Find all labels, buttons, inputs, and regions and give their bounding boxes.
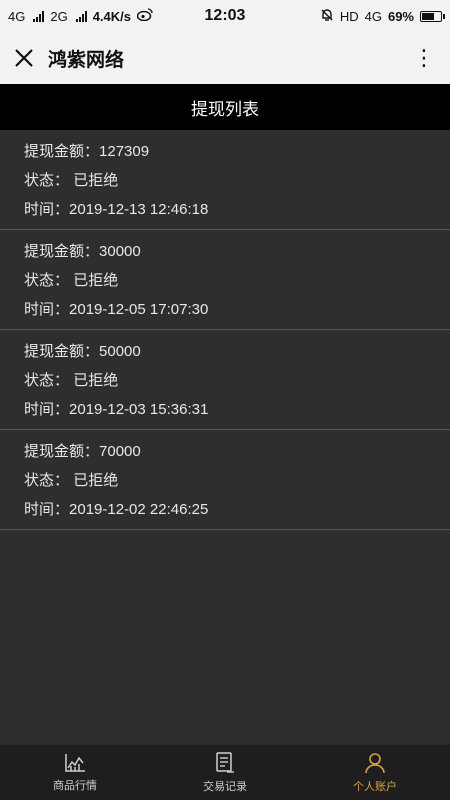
amount-label: 提现金额： <box>24 443 100 460</box>
network-type-2: 2G <box>50 8 68 24</box>
withdrawal-item[interactable]: 提现金额：127309 状态： 已拒绝 时间：2019-12-13 12:46:… <box>0 130 450 230</box>
tab-trade-records[interactable]: 交易记录 <box>150 745 300 800</box>
time-row: 时间：2019-12-03 15:36:31 <box>24 395 450 424</box>
page-header: 提现列表 <box>0 84 450 130</box>
amount-label: 提现金额： <box>24 143 100 160</box>
status-row: 状态： 已拒绝 <box>24 266 450 295</box>
time-row: 时间：2019-12-05 17:07:30 <box>24 295 450 324</box>
status-label: 状态： <box>24 472 70 489</box>
status-row: 状态： 已拒绝 <box>24 366 450 395</box>
amount-value: 127309 <box>99 143 150 160</box>
network-speed: 4.4K/s <box>92 8 131 24</box>
app-title: 鸿紫网络 <box>48 49 125 71</box>
amount-label: 提现金额： <box>24 343 100 360</box>
more-options-button[interactable]: ⋮ <box>413 47 436 69</box>
battery-icon <box>420 10 445 22</box>
status-right: HD 4G 69% <box>320 8 445 25</box>
time-value: 2019-12-02 22:46:25 <box>69 501 209 518</box>
tab-label: 商品行情 <box>53 779 97 792</box>
status-value: 已拒绝 <box>73 272 119 289</box>
amount-value: 70000 <box>99 443 141 460</box>
network-type-1: 4G <box>8 8 26 24</box>
amount-row: 提现金额：70000 <box>24 437 450 466</box>
close-icon <box>15 49 33 67</box>
withdrawal-item[interactable]: 提现金额：70000 状态： 已拒绝 时间：2019-12-02 22:46:2… <box>0 430 450 530</box>
document-icon <box>216 751 234 773</box>
signal-icon <box>33 10 45 22</box>
time-label: 时间： <box>24 501 70 518</box>
withdrawal-item[interactable]: 提现金额：50000 状态： 已拒绝 时间：2019-12-03 15:36:3… <box>0 330 450 430</box>
status-label: 状态： <box>24 272 70 289</box>
amount-row: 提现金额：30000 <box>24 237 450 266</box>
tab-label: 交易记录 <box>203 780 247 793</box>
withdrawal-list: 提现金额：127309 状态： 已拒绝 时间：2019-12-13 12:46:… <box>0 130 450 530</box>
tab-market[interactable]: 商品行情 <box>0 745 150 800</box>
hd-indicator: HD <box>339 8 359 24</box>
time-value: 2019-12-05 17:07:30 <box>69 301 209 318</box>
status-label: 状态： <box>24 372 70 389</box>
time-row: 时间：2019-12-02 22:46:25 <box>24 495 450 524</box>
tab-label: 个人账户 <box>353 780 397 793</box>
time-value: 2019-12-03 15:36:31 <box>69 401 209 418</box>
network-type-3: 4G <box>364 8 382 24</box>
chart-icon <box>65 753 85 772</box>
page-title: 提现列表 <box>191 99 259 119</box>
time-label: 时间： <box>24 301 70 318</box>
bottom-tab-bar: 商品行情 交易记录 个人账户 <box>0 744 450 800</box>
time-label: 时间： <box>24 201 70 218</box>
close-button[interactable] <box>14 48 34 68</box>
withdrawal-item[interactable]: 提现金额：30000 状态： 已拒绝 时间：2019-12-05 17:07:3… <box>0 230 450 330</box>
battery-percent: 69% <box>387 8 414 24</box>
status-left: 4G 2G 4.4K/s <box>8 8 153 24</box>
amount-value: 30000 <box>99 243 141 260</box>
amount-value: 50000 <box>99 343 141 360</box>
alarm-off-icon <box>320 8 334 25</box>
time-label: 时间： <box>24 401 70 418</box>
status-row: 状态： 已拒绝 <box>24 166 450 195</box>
amount-row: 提现金额：127309 <box>24 137 450 166</box>
user-icon <box>365 752 385 773</box>
status-bar: 4G 2G 4.4K/s 12:03 HD 4G 69% <box>0 0 450 32</box>
status-row: 状态： 已拒绝 <box>24 466 450 495</box>
status-value: 已拒绝 <box>73 472 119 489</box>
status-label: 状态： <box>24 172 70 189</box>
tab-personal-account[interactable]: 个人账户 <box>300 745 450 800</box>
time-row: 时间：2019-12-13 12:46:18 <box>24 195 450 224</box>
amount-row: 提现金额：50000 <box>24 337 450 366</box>
amount-label: 提现金额： <box>24 243 100 260</box>
weibo-icon <box>136 8 153 24</box>
signal-icon <box>75 10 87 22</box>
app-navbar: 鸿紫网络 ⋮ <box>0 32 450 84</box>
status-value: 已拒绝 <box>73 172 119 189</box>
status-value: 已拒绝 <box>73 372 119 389</box>
time-value: 2019-12-13 12:46:18 <box>69 201 209 218</box>
